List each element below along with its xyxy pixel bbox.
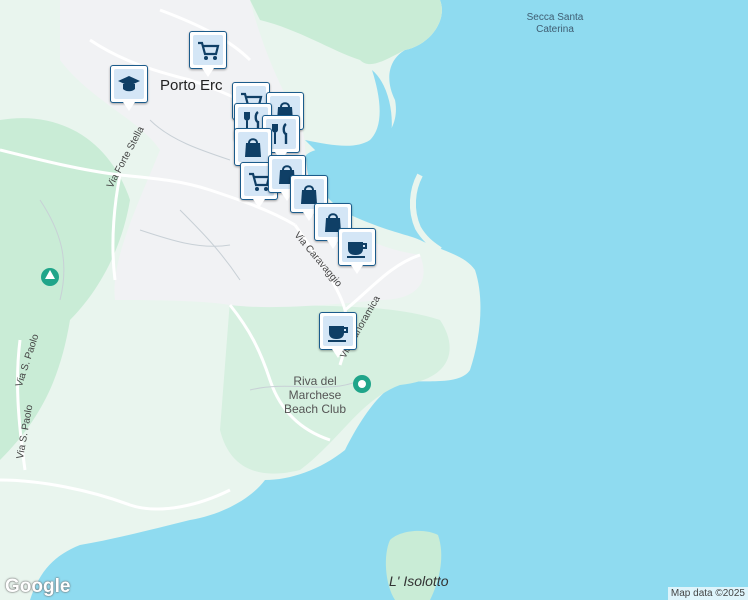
coffee-icon [328,326,348,342]
park-poi-icon[interactable] [41,268,59,286]
islet-label: L' Isolotto [389,573,449,589]
school-icon [118,76,140,92]
shopping-bag-icon [245,138,261,157]
beach-club-label[interactable]: Riva del Marchese Beach Club [270,374,360,416]
town-label: Porto Erc [160,77,223,94]
map-marker[interactable] [189,31,227,77]
coffee-icon [347,242,367,258]
islet-land [385,530,442,600]
secca-label: Secca Santa Caterina [526,12,584,35]
google-logo: Google [5,576,71,597]
map-attribution[interactable]: Map data ©2025 [667,587,748,600]
map-marker[interactable] [338,228,376,274]
map-marker[interactable] [319,312,357,358]
cart-icon [198,41,220,60]
map-marker[interactable] [110,65,148,111]
map-marker[interactable] [234,128,272,174]
